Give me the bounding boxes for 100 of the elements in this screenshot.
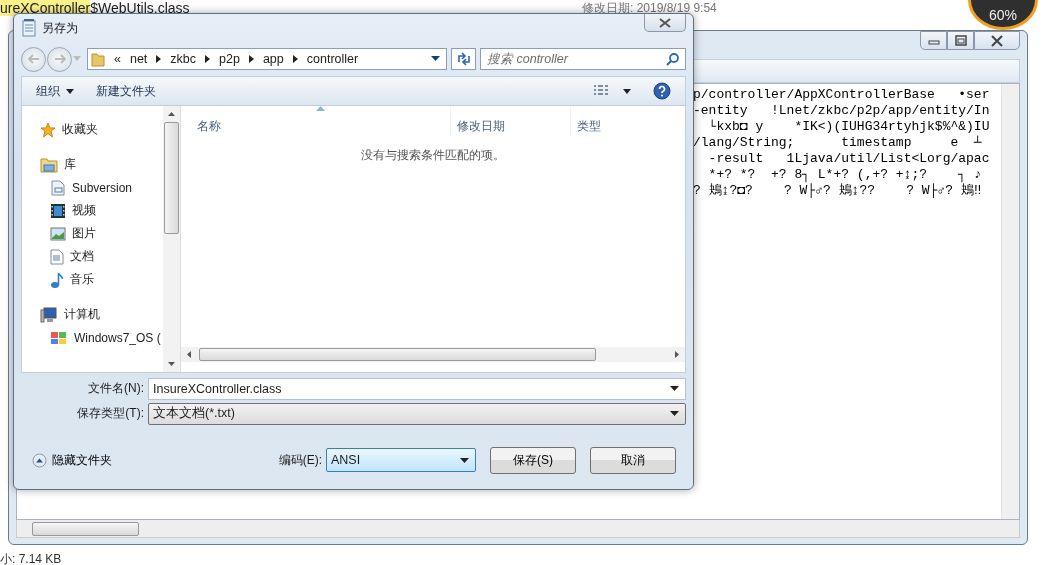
nav-item[interactable]: 收藏夹 xyxy=(22,118,163,141)
new-folder-button[interactable]: 新建文件夹 xyxy=(90,80,162,102)
nav-label: 文档 xyxy=(70,248,94,265)
scroll-down-icon xyxy=(168,362,175,366)
star-icon xyxy=(40,121,56,138)
caret-icon xyxy=(73,56,81,62)
document-icon xyxy=(50,179,66,196)
folder-icon xyxy=(91,51,105,67)
file-size-text: 小: 7.14 KB xyxy=(0,551,62,565)
file-name-combo[interactable]: InsureXController.class xyxy=(148,377,686,400)
caret-icon xyxy=(66,88,74,94)
vertical-scrollbar[interactable] xyxy=(163,106,180,372)
hide-folders-button[interactable]: 隐藏文件夹 xyxy=(32,451,112,469)
empty-message: 没有与搜索条件匹配的项。 xyxy=(360,147,506,164)
document-icon xyxy=(50,248,64,265)
breadcrumb-item[interactable]: controller xyxy=(306,52,359,66)
field-label: 编码(E): xyxy=(278,451,322,469)
refresh-button[interactable] xyxy=(451,48,476,70)
nav-item[interactable]: 文档 xyxy=(22,245,163,268)
search-field[interactable]: 搜索 controller xyxy=(480,48,686,70)
horizontal-scrollbar[interactable] xyxy=(16,520,1020,538)
help-icon xyxy=(653,82,671,100)
field-label: 文件名(N): xyxy=(87,380,145,397)
film-icon xyxy=(50,202,66,219)
library-folder-icon xyxy=(40,156,58,173)
breadcrumb-item[interactable]: app xyxy=(262,52,284,66)
notepad-icon xyxy=(21,19,37,37)
code-line: p/controller/AppXControllerBase •ser xyxy=(693,87,991,103)
scroll-left-icon xyxy=(187,351,191,358)
scroll-right-icon xyxy=(675,351,679,358)
refresh-icon xyxy=(455,52,472,66)
breadcrumb-overflow[interactable]: « xyxy=(114,52,121,66)
computer-icon xyxy=(40,306,58,323)
caret-icon xyxy=(623,88,631,94)
nav-item[interactable]: 音乐 xyxy=(22,268,163,291)
close-icon xyxy=(990,34,1004,47)
encoding-select[interactable]: ANSI xyxy=(326,448,476,472)
code-line: -result 1Ljava/util/List<Lorg/apac xyxy=(707,151,991,167)
field-label: 保存类型(T): xyxy=(76,405,145,422)
column-header[interactable]: 修改日期 xyxy=(451,106,571,136)
dropdown-caret-icon xyxy=(431,56,440,62)
music-note-icon xyxy=(50,271,64,288)
nav-label: 库 xyxy=(64,156,76,173)
close-icon xyxy=(659,17,671,28)
code-line: ? 鴂↨?◘? ? W├♂? 鴂↨?? ? W├♂? 鴂‼ xyxy=(693,183,983,199)
nav-label: 音乐 xyxy=(70,271,94,288)
code-line: /lang/String; timestamp e ┴ xyxy=(693,135,983,151)
dropdown-caret-icon xyxy=(670,411,679,416)
nav-label: Windows7_OS ( xyxy=(74,330,161,345)
forward-arrow-icon xyxy=(53,54,66,64)
nav-label: 收藏夹 xyxy=(62,121,98,138)
nav-label: 视频 xyxy=(72,202,96,219)
breadcrumb-item[interactable]: p2p xyxy=(219,52,240,66)
nav-item[interactable]: Subversion xyxy=(22,176,163,199)
address-bar[interactable]: « net zkbc p2p app controller xyxy=(87,48,447,70)
save-button[interactable]: 保存(S) xyxy=(490,446,576,474)
code-line: └kxb◘ y *IK<)(IUHG34rtyhjk$%^&)IU xyxy=(707,119,991,135)
dialog-title: 另存为 xyxy=(42,19,78,37)
list-view-icon xyxy=(593,85,609,97)
nav-label: Subversion xyxy=(72,180,133,195)
sort-arrow-icon xyxy=(315,106,325,111)
nav-item[interactable]: Windows7_OS ( xyxy=(22,326,163,349)
dropdown-caret-icon xyxy=(460,457,469,463)
usage-gauge: 60% xyxy=(968,0,1038,30)
nav-label: 计算机 xyxy=(64,306,100,323)
breadcrumb-item[interactable]: net xyxy=(129,52,148,66)
vertical-scrollbar[interactable] xyxy=(1001,84,1019,519)
column-header[interactable]: 类型 xyxy=(571,106,685,136)
windows-drive-icon xyxy=(50,330,68,345)
nav-item[interactable]: 计算机 xyxy=(22,303,163,326)
picture-icon xyxy=(50,226,66,241)
nav-label: 图片 xyxy=(72,225,96,242)
chevron-icon xyxy=(205,55,211,63)
cancel-button[interactable]: 取消 xyxy=(590,446,676,474)
code-line: *+? *? +? 8┐ L*+? (,+? +↨;? ┐ ♪ xyxy=(707,167,983,183)
modified-date-text: 修改日期: 2019/8/19 9:54 xyxy=(582,0,717,17)
breadcrumb-item[interactable]: zkbc xyxy=(170,52,197,66)
chevron-icon xyxy=(156,55,162,63)
file-name-text: $WebUtils.class xyxy=(90,0,190,16)
dropdown-caret-icon xyxy=(670,386,679,391)
nav-item[interactable]: 库 xyxy=(22,153,163,176)
collapse-up-icon xyxy=(32,452,47,468)
nav-item[interactable]: 视频 xyxy=(22,199,163,222)
restore-icon xyxy=(953,34,968,47)
forward-button[interactable] xyxy=(47,46,72,72)
restore-button[interactable] xyxy=(947,31,974,50)
search-icon xyxy=(666,53,679,66)
code-line: -entity !Lnet/zkbc/p2p/app/entity/In xyxy=(693,103,991,119)
nav-item[interactable]: 图片 xyxy=(22,222,163,245)
file-type-select[interactable]: 文本文档(*.txt) xyxy=(148,402,686,425)
back-arrow-icon xyxy=(27,54,40,64)
scroll-up-icon xyxy=(168,112,175,116)
minimize-button[interactable] xyxy=(920,31,947,50)
chevron-icon xyxy=(292,55,298,63)
close-button[interactable] xyxy=(644,14,686,32)
close-button[interactable] xyxy=(974,31,1020,50)
back-button[interactable] xyxy=(21,46,46,72)
horizontal-scrollbar[interactable] xyxy=(181,347,685,362)
column-header[interactable]: 名称 xyxy=(181,106,451,136)
organize-menu[interactable]: 组织 xyxy=(30,80,80,102)
